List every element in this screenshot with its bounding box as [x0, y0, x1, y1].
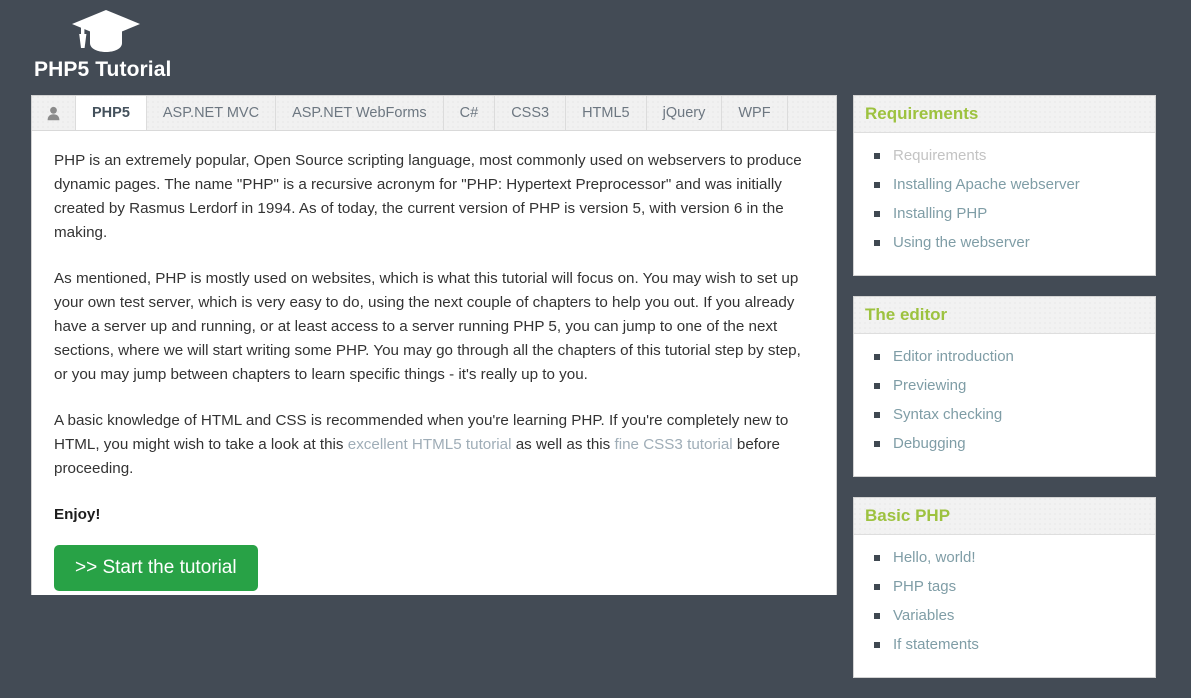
tab-label: WPF	[738, 105, 771, 121]
sidebar-link-editor-introduction[interactable]: Editor introduction	[893, 348, 1014, 365]
paragraph-intro: PHP is an extremely popular, Open Source…	[54, 152, 802, 241]
square-bullet-icon	[874, 240, 880, 246]
square-bullet-icon	[874, 153, 880, 159]
sidebar-link-list: Editor introduction Previewing Syntax ch…	[864, 345, 1145, 456]
page-title: PHP5 Tutorial	[34, 58, 172, 81]
list-item: Using the webserver	[864, 231, 1145, 255]
square-bullet-icon	[874, 642, 880, 648]
sidebar: Requirements Requirements Installing Apa…	[853, 95, 1156, 698]
content-card: PHP5 ASP.NET MVC ASP.NET WebForms C# CSS…	[31, 95, 837, 595]
square-bullet-icon	[874, 383, 880, 389]
panel-body: Hello, world! PHP tags Variables If stat…	[854, 535, 1155, 677]
list-item: PHP tags	[864, 575, 1145, 599]
sidebar-link-hello-world[interactable]: Hello, world!	[893, 549, 976, 566]
paragraph-text-segment: as well as this	[511, 436, 615, 453]
tab-user-account[interactable]	[32, 96, 76, 130]
panel-title: The editor	[854, 297, 1155, 334]
paragraph-usage: As mentioned, PHP is mostly used on webs…	[54, 270, 801, 383]
tab-label: ASP.NET WebForms	[292, 105, 427, 121]
start-tutorial-button[interactable]: >> Start the tutorial	[54, 545, 258, 591]
enjoy-text: Enjoy!	[54, 506, 101, 523]
tab-aspnet-webforms[interactable]: ASP.NET WebForms	[276, 96, 444, 130]
square-bullet-icon	[874, 441, 880, 447]
panel-body: Editor introduction Previewing Syntax ch…	[854, 334, 1155, 476]
list-item: Installing PHP	[864, 202, 1145, 226]
graduation-cap-icon	[68, 8, 144, 54]
tab-label: jQuery	[662, 105, 706, 121]
list-item: Requirements	[864, 144, 1145, 168]
square-bullet-icon	[874, 182, 880, 188]
sidebar-panel-basic-php: Basic PHP Hello, world! PHP tags Variabl…	[853, 497, 1156, 678]
list-item: Previewing	[864, 374, 1145, 398]
tab-label: C#	[459, 105, 479, 121]
sidebar-link-php-tags[interactable]: PHP tags	[893, 578, 956, 595]
tab-jquery[interactable]: jQuery	[647, 96, 723, 130]
list-item: Installing Apache webserver	[864, 173, 1145, 197]
panel-title: Basic PHP	[854, 498, 1155, 535]
tab-html5[interactable]: HTML5	[566, 96, 647, 130]
article-body: PHP is an extremely popular, Open Source…	[32, 131, 836, 591]
tab-csharp[interactable]: C#	[444, 96, 496, 130]
html5-tutorial-link[interactable]: excellent HTML5 tutorial	[348, 436, 512, 453]
sidebar-link-list: Hello, world! PHP tags Variables If stat…	[864, 546, 1145, 657]
tab-css3[interactable]: CSS3	[495, 96, 567, 130]
list-item: Variables	[864, 604, 1145, 628]
sidebar-link-syntax-checking[interactable]: Syntax checking	[893, 406, 1002, 423]
tab-aspnet-mvc[interactable]: ASP.NET MVC	[147, 96, 277, 130]
sidebar-link-variables[interactable]: Variables	[893, 607, 954, 624]
list-item: Debugging	[864, 432, 1145, 456]
tab-label: HTML5	[582, 105, 630, 121]
sidebar-link-previewing[interactable]: Previewing	[893, 377, 966, 394]
list-item: Editor introduction	[864, 345, 1145, 369]
sidebar-link-list: Requirements Installing Apache webserver…	[864, 144, 1145, 255]
panel-body: Requirements Installing Apache webserver…	[854, 133, 1155, 275]
tab-label: PHP5	[92, 105, 130, 121]
square-bullet-icon	[874, 584, 880, 590]
square-bullet-icon	[874, 555, 880, 561]
tab-label: CSS3	[511, 105, 550, 121]
square-bullet-icon	[874, 412, 880, 418]
square-bullet-icon	[874, 354, 880, 360]
sidebar-panel-requirements: Requirements Requirements Installing Apa…	[853, 95, 1156, 276]
sidebar-link-debugging[interactable]: Debugging	[893, 435, 966, 452]
tab-label: ASP.NET MVC	[162, 105, 260, 121]
tab-wpf[interactable]: WPF	[722, 96, 788, 130]
sidebar-link-requirements[interactable]: Requirements	[893, 147, 986, 164]
sidebar-link-installing-apache-webserver[interactable]: Installing Apache webserver	[893, 176, 1080, 193]
sidebar-link-installing-php[interactable]: Installing PHP	[893, 205, 987, 222]
paragraph-prerequisites: A basic knowledge of HTML and CSS is rec…	[54, 409, 808, 481]
square-bullet-icon	[874, 613, 880, 619]
list-item: Syntax checking	[864, 403, 1145, 427]
sidebar-link-using-the-webserver[interactable]: Using the webserver	[893, 234, 1030, 251]
tab-bar: PHP5 ASP.NET MVC ASP.NET WebForms C# CSS…	[32, 96, 836, 131]
list-item: If statements	[864, 633, 1145, 657]
panel-title: Requirements	[854, 96, 1155, 133]
square-bullet-icon	[874, 211, 880, 217]
sidebar-link-if-statements[interactable]: If statements	[893, 636, 979, 653]
tab-php5[interactable]: PHP5	[76, 96, 147, 130]
sidebar-panel-the-editor: The editor Editor introduction Previewin…	[853, 296, 1156, 477]
css3-tutorial-link[interactable]: fine CSS3 tutorial	[615, 436, 733, 453]
site-header: PHP5 Tutorial	[0, 0, 1191, 93]
list-item: Hello, world!	[864, 546, 1145, 570]
user-icon	[46, 106, 61, 121]
